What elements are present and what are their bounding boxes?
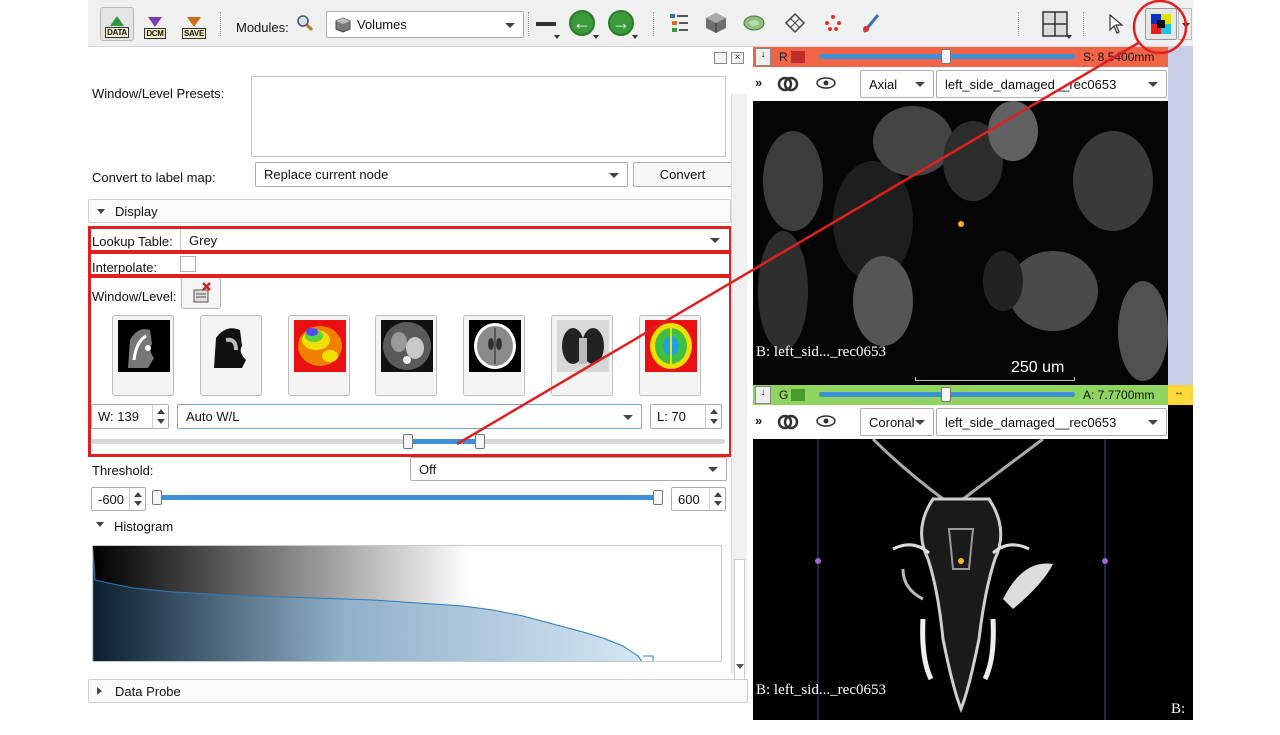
callout-arrow-line <box>456 40 1141 446</box>
callout-annotation <box>456 0 1188 446</box>
callout-circle <box>1132 0 1188 55</box>
